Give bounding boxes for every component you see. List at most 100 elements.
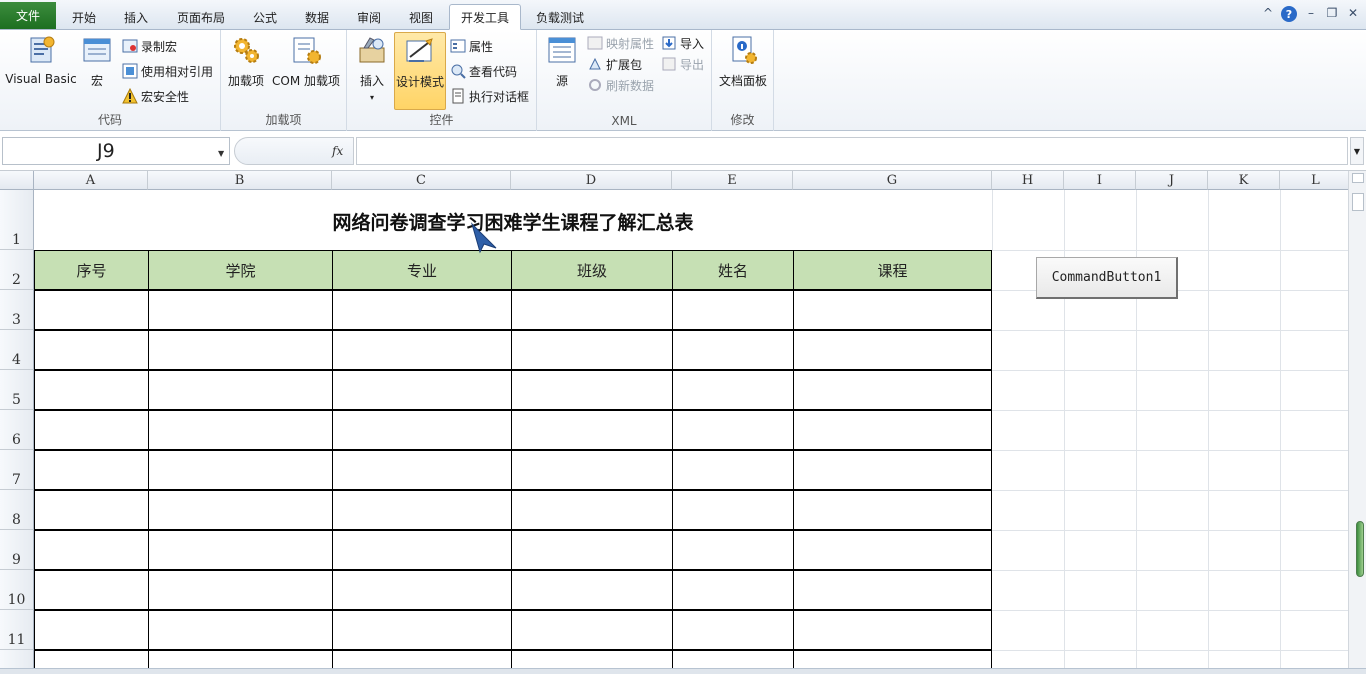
document-panel-button[interactable]: 文档面板 xyxy=(716,34,770,89)
table-cell[interactable] xyxy=(672,410,794,450)
use-relative-references-button[interactable]: 使用相对引用 xyxy=(122,61,213,81)
table-cell[interactable] xyxy=(793,610,992,650)
table-cell[interactable] xyxy=(34,290,149,330)
worksheet-grid[interactable]: A B C D E G H I J K L 1 2 3 4 5 6 7 8 9 … xyxy=(0,171,1348,668)
column-header-e[interactable]: E xyxy=(672,171,793,190)
row-header-2[interactable]: 2 xyxy=(0,250,34,290)
table-cell[interactable] xyxy=(332,570,512,610)
table-cell[interactable] xyxy=(34,530,149,570)
row-header-9[interactable]: 9 xyxy=(0,530,34,570)
table-cell[interactable] xyxy=(511,650,673,668)
table-cell[interactable] xyxy=(793,570,992,610)
record-macro-button[interactable]: 录制宏 xyxy=(122,36,177,56)
table-cell[interactable] xyxy=(332,370,512,410)
row-header-6[interactable]: 6 xyxy=(0,410,34,450)
table-cell[interactable] xyxy=(511,530,673,570)
design-mode-button[interactable]: 设计模式 xyxy=(394,32,446,110)
properties-button[interactable]: 属性 xyxy=(450,36,493,56)
table-cell[interactable] xyxy=(672,570,794,610)
tab-review[interactable]: 审阅 xyxy=(347,4,391,30)
table-cell[interactable] xyxy=(793,370,992,410)
sheet-tabs-bar[interactable] xyxy=(0,668,1366,674)
close-window-icon[interactable]: ✕ xyxy=(1344,6,1362,20)
tab-developer[interactable]: 开发工具 xyxy=(449,4,521,30)
table-cell[interactable] xyxy=(793,530,992,570)
tab-insert[interactable]: 插入 xyxy=(114,4,158,30)
view-code-button[interactable]: 查看代码 xyxy=(450,61,517,81)
tab-load-test[interactable]: 负载测试 xyxy=(529,4,591,30)
help-icon[interactable]: ? xyxy=(1281,6,1297,22)
table-cell[interactable] xyxy=(34,570,149,610)
column-header-b[interactable]: B xyxy=(148,171,332,190)
run-dialog-button[interactable]: 执行对话框 xyxy=(450,86,529,106)
table-cell[interactable] xyxy=(34,410,149,450)
table-cell[interactable] xyxy=(511,610,673,650)
column-header-i[interactable]: I xyxy=(1064,171,1136,190)
expansion-packs-button[interactable]: 扩展包 xyxy=(587,54,642,74)
row-header-4[interactable]: 4 xyxy=(0,330,34,370)
table-cell[interactable] xyxy=(148,410,333,450)
vertical-scrollbar[interactable] xyxy=(1348,171,1366,668)
table-cell[interactable] xyxy=(511,410,673,450)
column-header-h[interactable]: H xyxy=(992,171,1064,190)
tab-formulas[interactable]: 公式 xyxy=(243,4,287,30)
header-cell-major[interactable]: 专业 xyxy=(332,250,512,290)
addins-button[interactable]: 加载项 xyxy=(225,34,267,89)
xml-source-button[interactable]: 源 xyxy=(545,34,579,89)
row-header-11[interactable]: 11 xyxy=(0,610,34,650)
header-cell-course[interactable]: 课程 xyxy=(793,250,992,290)
table-cell[interactable] xyxy=(148,330,333,370)
table-cell[interactable] xyxy=(511,330,673,370)
table-cell[interactable] xyxy=(672,650,794,668)
split-handle[interactable] xyxy=(1352,173,1364,183)
table-cell[interactable] xyxy=(672,450,794,490)
name-box-dropdown-icon[interactable]: ▼ xyxy=(218,149,224,158)
table-cell[interactable] xyxy=(511,570,673,610)
map-properties-button[interactable]: 映射属性 xyxy=(587,33,654,53)
restore-window-icon[interactable]: ❐ xyxy=(1323,6,1341,20)
table-cell[interactable] xyxy=(332,530,512,570)
table-cell[interactable] xyxy=(793,490,992,530)
macros-button[interactable]: 宏 xyxy=(80,34,114,89)
column-header-c[interactable]: C xyxy=(332,171,511,190)
command-button-1[interactable]: CommandButton1 xyxy=(1036,257,1178,299)
sheet-title[interactable]: 网络问卷调查学习困难学生课程了解汇总表 xyxy=(34,190,992,250)
visual-basic-button[interactable]: Visual Basic xyxy=(4,34,78,86)
minimize-window-icon[interactable]: – xyxy=(1302,6,1320,20)
row-header-7[interactable]: 7 xyxy=(0,450,34,490)
table-cell[interactable] xyxy=(672,610,794,650)
row-header-5[interactable]: 5 xyxy=(0,370,34,410)
tab-page-layout[interactable]: 页面布局 xyxy=(170,4,232,30)
insert-control-button[interactable]: 插入 ▾ xyxy=(351,34,393,102)
row-header-8[interactable]: 8 xyxy=(0,490,34,530)
table-cell[interactable] xyxy=(34,330,149,370)
table-cell[interactable] xyxy=(34,610,149,650)
table-cell[interactable] xyxy=(148,290,333,330)
row-header-10[interactable]: 10 xyxy=(0,570,34,610)
tab-view[interactable]: 视图 xyxy=(399,4,443,30)
table-cell[interactable] xyxy=(332,410,512,450)
table-cell[interactable] xyxy=(148,570,333,610)
table-cell[interactable] xyxy=(672,530,794,570)
table-cell[interactable] xyxy=(332,490,512,530)
table-cell[interactable] xyxy=(148,450,333,490)
table-cell[interactable] xyxy=(793,290,992,330)
table-cell[interactable] xyxy=(332,450,512,490)
table-cell[interactable] xyxy=(148,530,333,570)
table-cell[interactable] xyxy=(34,650,149,668)
table-cell[interactable] xyxy=(148,610,333,650)
table-cell[interactable] xyxy=(793,450,992,490)
com-addins-button[interactable]: COM 加载项 xyxy=(269,34,343,89)
scroll-thumb[interactable] xyxy=(1352,193,1364,211)
column-header-a[interactable]: A xyxy=(34,171,148,190)
table-cell[interactable] xyxy=(511,290,673,330)
select-all-corner[interactable] xyxy=(0,171,34,190)
table-cell[interactable] xyxy=(672,330,794,370)
xml-export-button[interactable]: 导出 xyxy=(661,54,704,74)
table-cell[interactable] xyxy=(148,370,333,410)
table-cell[interactable] xyxy=(672,370,794,410)
table-cell[interactable] xyxy=(793,330,992,370)
column-header-k[interactable]: K xyxy=(1208,171,1280,190)
refresh-data-button[interactable]: 刷新数据 xyxy=(587,75,654,95)
header-cell-class[interactable]: 班级 xyxy=(511,250,673,290)
